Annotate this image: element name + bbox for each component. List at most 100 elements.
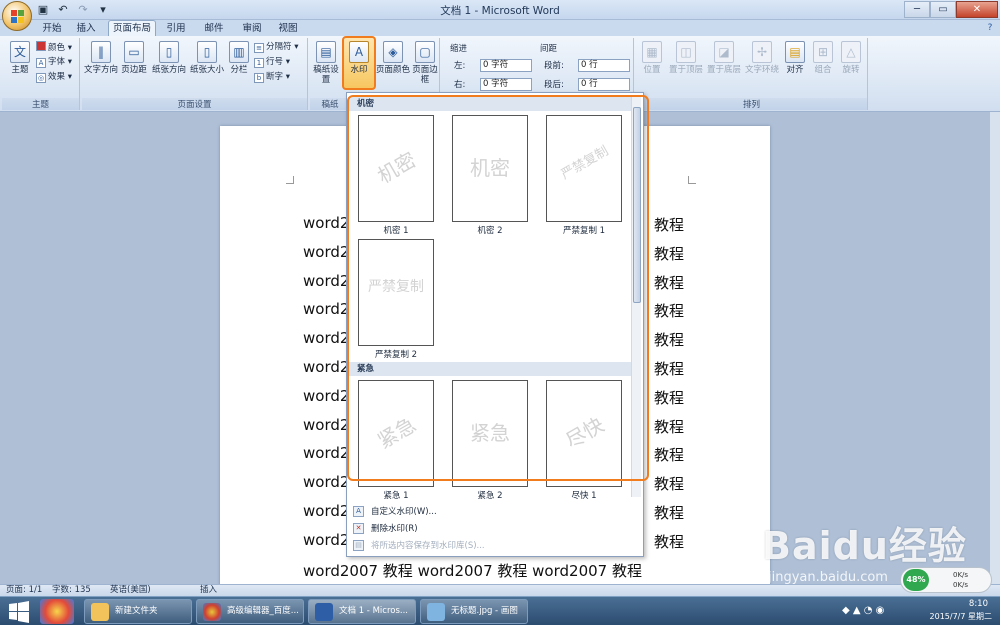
page-count[interactable]: 页面: 1/1 [6, 585, 42, 596]
group-themes: 文主题 颜色 ▾ A 字体 ▾ ◎ 效果 ▾ 主题 [2, 38, 80, 110]
watermark-option-confidential-2[interactable]: 机密 [452, 115, 528, 222]
watermark-preview-text: 严禁复制 [368, 279, 424, 295]
minimize-button[interactable]: ─ [904, 1, 930, 18]
custom-watermark-item[interactable]: A 自定义水印(W)... [349, 504, 641, 520]
align-button[interactable]: ▤ 对齐 [782, 41, 808, 75]
group-label-page-setup: 页面设置 [82, 98, 307, 110]
colors-label: 颜色 [48, 43, 66, 53]
tray-icons[interactable]: ◆ ▲ ◔ ◉ [842, 605, 884, 616]
clock-date[interactable]: 2015/7/7 星期二 [930, 611, 992, 622]
text-direction-button[interactable]: ‖ 文字方向 [84, 41, 118, 75]
document-line-start: word2 [303, 473, 350, 492]
tab-review[interactable]: 审阅 [238, 21, 266, 36]
draft-paper-button[interactable]: ▤ 稿纸设置 [312, 41, 340, 85]
document-line-start: word2 [303, 329, 350, 348]
spacing-after-input[interactable]: 0 行 [578, 78, 630, 91]
page-color-button[interactable]: ◈ 页面颜色 [376, 41, 410, 75]
spacing-title: 间距 [540, 44, 558, 54]
watermark-option-do-not-copy-1[interactable]: 严禁复制 [546, 115, 622, 222]
spacing-before-input[interactable]: 0 行 [578, 59, 630, 72]
save-to-gallery-item[interactable]: ▤ 将所选内容保存到水印库(S)... [349, 538, 641, 554]
group-button[interactable]: ⊞ 组合 [810, 41, 836, 75]
taskbar-label: 文档 1 - Micros... [339, 606, 408, 616]
rotate-icon: △ [841, 41, 861, 63]
columns-button[interactable]: ▥ 分栏 [226, 41, 252, 75]
send-back-label: 置于底层 [706, 65, 741, 75]
line-numbers-button[interactable]: 1 行号 ▾ [254, 56, 290, 68]
taskbar-item-paint[interactable]: 无标题.jpg - 画图 [420, 599, 528, 624]
document-line-end: 教程 [654, 302, 685, 321]
breaks-button[interactable]: ≡ 分隔符 ▾ [254, 41, 298, 53]
page-borders-button[interactable]: ▢ 页面边框 [412, 41, 438, 85]
tab-view[interactable]: 视图 [274, 21, 302, 36]
watermark-option-confidential-1[interactable]: 机密 [358, 115, 434, 222]
vertical-scrollbar[interactable] [990, 112, 1000, 595]
margins-button[interactable]: ▭ 页边距 [118, 41, 150, 75]
colors-icon [36, 41, 46, 51]
columns-icon: ▥ [229, 41, 249, 63]
tab-references[interactable]: 引用 [162, 21, 190, 36]
rotate-button[interactable]: △ 旋转 [838, 41, 864, 75]
document-line-end: 教程 [654, 446, 685, 465]
fonts-label: 字体 [48, 57, 66, 67]
columns-label: 分栏 [230, 65, 248, 75]
taskbar-item-folder[interactable]: 新建文件夹 [84, 599, 192, 624]
watermark-option-asap-1[interactable]: 尽快 [546, 380, 622, 487]
theme-colors-button[interactable]: 颜色 ▾ [36, 41, 72, 53]
document-line-full[interactable]: word2007 教程 word2007 教程 word2007 教程 [303, 560, 723, 581]
text-wrap-button[interactable]: ✢ 文字环绕 [744, 41, 780, 75]
office-button[interactable] [2, 1, 32, 31]
language[interactable]: 英语(美国) [110, 585, 151, 596]
clock-time[interactable]: 8:10 [969, 599, 988, 609]
indent-right-label: 右: [454, 80, 466, 90]
gallery-scrollbar[interactable] [631, 95, 641, 497]
rotate-label: 旋转 [842, 65, 860, 75]
theme-fonts-button[interactable]: A 字体 ▾ [36, 56, 72, 68]
gallery-scroll-thumb[interactable] [633, 107, 641, 303]
theme-effects-button[interactable]: ◎ 效果 ▾ [36, 71, 72, 83]
close-button[interactable]: ✕ [956, 1, 998, 18]
help-icons: ? [984, 22, 996, 34]
tab-page-layout[interactable]: 页面布局 [108, 20, 156, 37]
window-title: 文档 1 - Microsoft Word [440, 5, 560, 17]
start-button[interactable] [4, 598, 34, 625]
themes-button[interactable]: 文主题 [5, 41, 35, 75]
tab-mailings[interactable]: 邮件 [200, 21, 228, 36]
watermark-preview-text: 尽快 [561, 412, 609, 454]
size-label: 纸张大小 [189, 65, 224, 75]
indent-left-input[interactable]: 0 字符 [480, 59, 532, 72]
indent-right-input[interactable]: 0 字符 [480, 78, 532, 91]
gallery-section-confidential: 机密 [349, 97, 631, 111]
bring-front-button[interactable]: ◫ 置于顶层 [668, 41, 704, 75]
send-back-button[interactable]: ◪ 置于底层 [706, 41, 742, 75]
taskbar: 新建文件夹 高级编辑器_百度... 文档 1 - Micros... 无标题.j… [0, 596, 1000, 625]
taskbar-item-browser[interactable]: 高级编辑器_百度... [196, 599, 304, 624]
orientation-label: 纸张方向 [151, 65, 186, 75]
watermark-option-urgent-2[interactable]: 紧急 [452, 380, 528, 487]
document-line-start: word2 [303, 300, 350, 319]
watermark-option-do-not-copy-2[interactable]: 严禁复制 [358, 239, 434, 346]
save-to-gallery-label: 将所选内容保存到水印库(S)... [371, 541, 485, 551]
word-count[interactable]: 字数: 135 [52, 585, 91, 596]
insert-mode[interactable]: 插入 [200, 585, 217, 596]
watermark-option-urgent-1[interactable]: 紧急 [358, 380, 434, 487]
restore-button[interactable]: ▭ [930, 1, 956, 18]
tab-home[interactable]: 开始 [38, 21, 66, 36]
align-icon: ▤ [785, 41, 805, 63]
help-icon[interactable]: ? [984, 22, 996, 34]
pinned-app-icon[interactable] [40, 599, 74, 624]
hyphenation-button[interactable]: b 断字 ▾ [254, 71, 290, 83]
taskbar-item-word[interactable]: 文档 1 - Micros... [308, 599, 416, 624]
margins-label: 页边距 [121, 65, 147, 75]
window-controls: ─ ▭ ✕ [904, 1, 998, 18]
document-line-end: 教程 [654, 273, 685, 292]
orientation-button[interactable]: ▯ 纸张方向 [150, 41, 188, 75]
remove-watermark-item[interactable]: ✕ 删除水印(R) [349, 521, 641, 537]
watermark-button[interactable]: A 水印 [344, 41, 374, 75]
group-label-themes: 主题 [2, 98, 79, 110]
size-button[interactable]: ▯ 纸张大小 [188, 41, 226, 75]
bring-front-icon: ◫ [676, 41, 696, 63]
tab-insert[interactable]: 插入 [72, 21, 100, 36]
group-label-background: 稿纸 [310, 98, 350, 110]
position-button[interactable]: ▦ 位置 [638, 41, 666, 75]
